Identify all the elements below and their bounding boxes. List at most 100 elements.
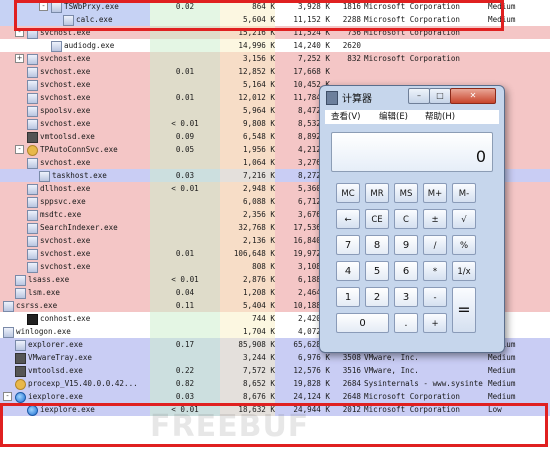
digit-0-button[interactable]: 0 (336, 313, 389, 333)
collapse-icon[interactable]: - (15, 145, 24, 154)
negate-button[interactable]: ± (423, 209, 447, 229)
process-name-cell: audiodg.exe (0, 39, 150, 52)
equals-button[interactable]: = (452, 287, 476, 333)
pid-value: 2288 (342, 15, 361, 24)
process-row[interactable]: - svchost.exe 15,216 K 11,524 K 736 Microsoft… (0, 26, 550, 39)
pid-value: 2684 (342, 379, 361, 388)
window-icon (27, 67, 38, 78)
process-name: audiodg.exe (64, 41, 115, 50)
backspace-button[interactable]: ← (336, 209, 360, 229)
subtract-button[interactable]: - (423, 287, 447, 307)
cpu-value (150, 234, 220, 247)
digit-9-button[interactable]: 9 (394, 235, 418, 255)
ce-button[interactable]: CE (365, 209, 389, 229)
decimal-button[interactable]: . (394, 313, 418, 333)
process-name-cell: lsm.exe (0, 286, 150, 299)
process-name-cell: svchost.exe (0, 260, 150, 273)
calculator-titlebar[interactable]: 计算器 – □ ✕ (320, 86, 504, 108)
process-name: iexplore.exe (28, 392, 83, 401)
process-name-cell: - iexplore.exe (0, 390, 150, 403)
window-icon (15, 288, 26, 299)
sqrt-button[interactable]: √ (452, 209, 476, 229)
process-row[interactable]: calc.exe 5,604 K 11,152 K 2288 Microsoft Cor… (0, 13, 550, 26)
mc-button[interactable]: MC (336, 183, 360, 203)
m-plus-button[interactable]: M+ (423, 183, 447, 203)
private-bytes-value: 9,808 K (220, 117, 275, 130)
digit-5-button[interactable]: 5 (365, 261, 389, 281)
cpu-value: < 0.01 (150, 117, 220, 130)
process-row[interactable]: procexp_V15.40.0.0.42... 0.82 8,652 K 19,82… (0, 377, 550, 390)
process-name: vmtoolsd.exe (40, 132, 95, 141)
collapse-icon[interactable]: - (3, 392, 12, 401)
company-value: Sysinternals - www.sysinter... (364, 379, 484, 388)
minimize-button[interactable]: – (408, 88, 430, 104)
window-icon (39, 171, 50, 182)
process-name-cell: svchost.exe (0, 156, 150, 169)
private-bytes-value: 2,356 K (220, 208, 275, 221)
pid-value (333, 65, 361, 78)
reciprocal-button[interactable]: 1/x (452, 261, 476, 281)
calculator-window[interactable]: 计算器 – □ ✕ 查看(V) 编辑(E) 帮助(H) 0 MC MR MS M+ M-… (319, 85, 505, 353)
collapse-icon[interactable]: - (39, 2, 48, 11)
digit-6-button[interactable]: 6 (394, 261, 418, 281)
window-icon (27, 54, 38, 65)
digit-1-button[interactable]: 1 (336, 287, 360, 307)
process-name: taskhost.exe (52, 171, 107, 180)
pid-value: 2620 (342, 41, 361, 50)
process-name: vmtoolsd.exe (28, 366, 83, 375)
maximize-button[interactable]: □ (429, 88, 451, 104)
digit-4-button[interactable]: 4 (336, 261, 360, 281)
process-name: conhost.exe (40, 314, 91, 323)
window-icon (27, 158, 38, 169)
percent-button[interactable]: % (452, 235, 476, 255)
company-value (364, 65, 484, 78)
integrity-value: Medium (488, 2, 516, 11)
pid-value: 2012 (342, 405, 361, 414)
mr-button[interactable]: MR (365, 183, 389, 203)
c-button[interactable]: C (394, 209, 418, 229)
digit-3-button[interactable]: 3 (394, 287, 418, 307)
gear-icon (15, 379, 26, 390)
process-row[interactable]: vmtoolsd.exe 0.22 7,572 K 12,576 K 3516 VMwar… (0, 364, 550, 377)
process-row[interactable]: svchost.exe 0.01 12,852 K 17,668 K (0, 65, 550, 78)
private-bytes-value: 12,012 K (220, 91, 275, 104)
multiply-button[interactable]: * (423, 261, 447, 281)
vmware-icon (15, 353, 26, 364)
process-row[interactable]: - TSWbPrxy.exe 0.02 864 K 3,928 K 1816 Microso… (0, 0, 550, 13)
process-name-cell: svchost.exe (0, 65, 150, 78)
private-bytes-value: 32,768 K (220, 221, 275, 234)
menu-edit[interactable]: 编辑(E) (379, 110, 408, 124)
process-row[interactable]: + svchost.exe 3,156 K 7,252 K 832 Microsoft C… (0, 52, 550, 65)
menu-help[interactable]: 帮助(H) (425, 110, 455, 124)
calculator-title: 计算器 (342, 94, 372, 105)
ms-button[interactable]: MS (394, 183, 418, 203)
process-row[interactable]: audiodg.exe 14,996 K 14,240 K 2620 (0, 39, 550, 52)
pid-value: 1816 (342, 2, 361, 11)
close-button[interactable]: ✕ (450, 88, 496, 104)
collapse-icon[interactable]: - (15, 28, 24, 37)
cpu-value: 0.02 (150, 0, 220, 13)
process-name: iexplore.exe (40, 405, 95, 414)
process-row[interactable]: iexplore.exe < 0.01 18,632 K 24,944 K 2012 Mi… (0, 403, 550, 416)
process-row[interactable]: - iexplore.exe 0.03 8,676 K 24,124 K 2648 Micr… (0, 390, 550, 403)
pid-value: 832 (347, 54, 361, 63)
process-name: TSWbPrxy.exe (64, 2, 119, 11)
menu-view[interactable]: 查看(V) (331, 110, 360, 124)
window-icon (27, 93, 38, 104)
private-bytes-value: 5,404 K (220, 299, 275, 312)
integrity-value (488, 39, 550, 52)
divide-button[interactable]: / (423, 235, 447, 255)
process-name-cell: dllhost.exe (0, 182, 150, 195)
working-set-value: 11,152 K (293, 15, 330, 24)
digit-8-button[interactable]: 8 (365, 235, 389, 255)
cpu-value: 0.01 (150, 91, 220, 104)
cpu-value (150, 195, 220, 208)
m-minus-button[interactable]: M- (452, 183, 476, 203)
integrity-value (488, 52, 550, 65)
process-name-cell: calc.exe (0, 13, 150, 26)
add-button[interactable]: + (423, 313, 447, 333)
expand-icon[interactable]: + (15, 54, 24, 63)
process-name-cell: svchost.exe (0, 117, 150, 130)
digit-7-button[interactable]: 7 (336, 235, 360, 255)
digit-2-button[interactable]: 2 (365, 287, 389, 307)
